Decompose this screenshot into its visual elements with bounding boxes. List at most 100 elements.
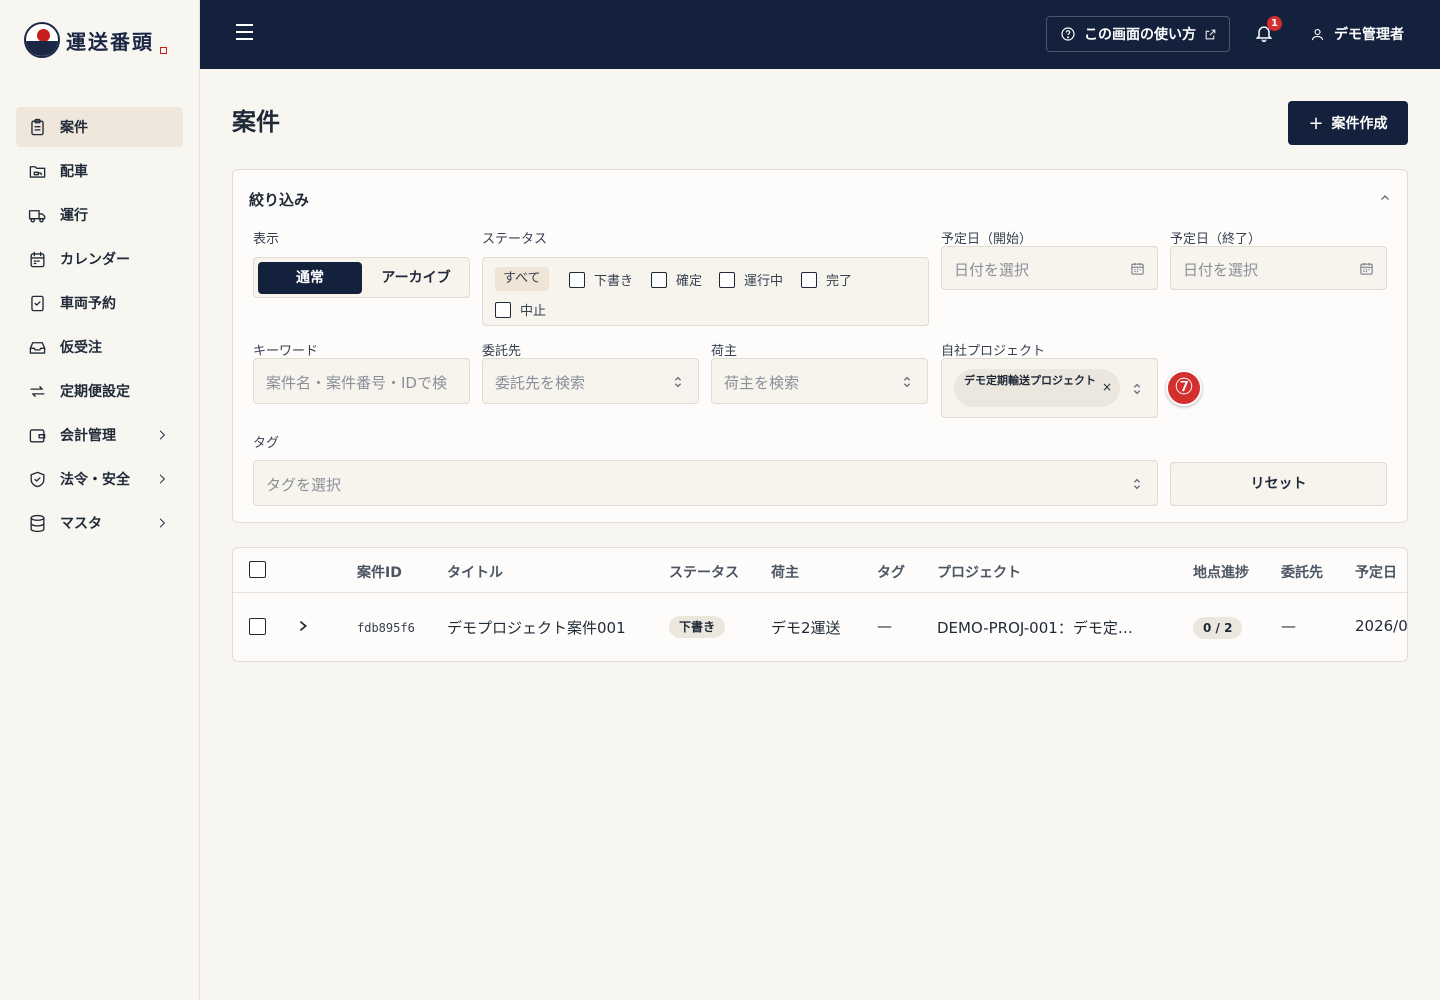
contractor-placeholder: 委託先を検索 — [495, 374, 586, 392]
column-header-status[interactable]: ステータス — [669, 562, 739, 582]
column-header-project[interactable]: プロジェクト — [937, 562, 1021, 582]
table-header: 案件ID タイトル ステータス 荷主 タグ プロジェクト 地点進捗 委託先 予定… — [233, 548, 1407, 593]
date-end-input[interactable]: 日付を選択 — [1170, 246, 1387, 290]
shield-icon — [30, 471, 45, 487]
column-header-id[interactable]: 案件ID — [357, 562, 402, 582]
display-option-archive[interactable]: アーカイブ — [366, 262, 466, 294]
page-title: 案件 — [232, 108, 280, 136]
contractor-select[interactable]: 委託先を検索 — [482, 358, 699, 404]
status-checkbox-draft[interactable]: 下書き — [569, 270, 633, 289]
sidebar-item-label: 車両予約 — [60, 296, 116, 312]
database-icon — [30, 514, 45, 532]
hamburger-menu-icon[interactable] — [236, 24, 256, 44]
sidebar-item-accounting[interactable]: 会計管理 — [16, 415, 183, 455]
sidebar: 運送番頭 案件 配車 運行 カレンダー 車両予約 仮受注 定期便設定 会計管理 … — [0, 0, 200, 1000]
reset-button[interactable]: リセット — [1170, 462, 1387, 506]
row-checkbox[interactable] — [249, 618, 266, 635]
cell-project: DEMO-PROJ-001：デモ定… — [937, 619, 1133, 637]
status-all-chip[interactable]: すべて — [495, 267, 549, 291]
clipboard-check-icon — [31, 295, 44, 311]
keyword-label: キーワード — [253, 344, 319, 359]
column-header-tag[interactable]: タグ — [877, 562, 905, 582]
chevron-up-down-icon — [1133, 478, 1141, 490]
help-button[interactable]: この画面の使い方 — [1046, 16, 1230, 52]
chevron-up-down-icon — [903, 376, 911, 388]
status-checkbox-in-operation[interactable]: 運行中 — [719, 270, 783, 289]
sidebar-item-label: マスタ — [60, 516, 102, 532]
top-header: この画面の使い方 1 デモ管理者 — [200, 0, 1440, 69]
logo-mark-icon — [24, 22, 60, 58]
external-link-icon — [1205, 29, 1216, 39]
notifications-button[interactable]: 1 — [1254, 16, 1282, 45]
chevron-right-icon[interactable] — [297, 619, 309, 633]
checkbox-icon — [569, 271, 585, 288]
wallet-icon — [29, 428, 46, 443]
chevron-right-icon — [159, 474, 165, 484]
sidebar-item-label: 会計管理 — [60, 428, 116, 444]
column-header-contractor[interactable]: 委託先 — [1281, 562, 1323, 582]
cell-date: 2026/0 — [1355, 617, 1408, 635]
notification-count-badge: 1 — [1267, 16, 1282, 31]
sidebar-item-vehicle-booking[interactable]: 車両予約 — [16, 283, 183, 323]
chevron-right-icon — [159, 518, 165, 528]
plus-icon: + — [1308, 112, 1324, 134]
date-start-label: 予定日（開始） — [941, 232, 1033, 247]
sidebar-item-label: 法令・安全 — [60, 472, 130, 488]
display-option-normal[interactable]: 通常 — [258, 262, 362, 294]
sidebar-item-cases[interactable]: 案件 — [16, 107, 183, 147]
status-badge: 下書き — [669, 616, 726, 638]
sidebar-item-operations[interactable]: 運行 — [16, 195, 183, 235]
chevron-up-icon[interactable] — [1379, 192, 1391, 204]
progress-badge: 0 / 2 — [1193, 617, 1243, 639]
status-checkbox-cancelled[interactable]: 中止 — [495, 300, 546, 319]
project-select[interactable]: デモ定期輸送プロジェクト × — [941, 358, 1158, 418]
create-case-label: 案件作成 — [1331, 116, 1388, 132]
sidebar-item-calendar[interactable]: カレンダー — [16, 239, 183, 279]
cell-contractor: — — [1281, 617, 1296, 635]
select-all-checkbox[interactable] — [249, 561, 266, 578]
calendar-icon — [1131, 262, 1144, 275]
shipper-select[interactable]: 荷主を検索 — [711, 358, 928, 404]
sidebar-item-label: カレンダー — [60, 252, 130, 268]
status-label: ステータス — [482, 232, 548, 247]
status-checkbox-confirmed[interactable]: 確定 — [651, 270, 702, 289]
shipper-label: 荷主 — [711, 344, 738, 359]
date-end-placeholder: 日付を選択 — [1183, 261, 1259, 279]
remove-chip-icon[interactable]: × — [1102, 380, 1112, 395]
create-case-button[interactable]: + 案件作成 — [1288, 101, 1408, 145]
calendar-icon — [1360, 262, 1373, 275]
checkbox-icon — [651, 271, 667, 288]
sidebar-item-label: 運行 — [60, 208, 88, 224]
sidebar-nav: 案件 配車 運行 カレンダー 車両予約 仮受注 定期便設定 会計管理 法令・安全… — [16, 107, 183, 547]
folder-truck-icon — [29, 165, 46, 178]
column-header-title[interactable]: タイトル — [447, 562, 503, 582]
chevron-up-down-icon — [674, 376, 682, 388]
display-toggle: 通常 アーカイブ — [253, 257, 470, 298]
checkbox-icon — [495, 301, 511, 318]
brand-logo[interactable]: 運送番頭 — [24, 22, 167, 58]
calendar-icon — [30, 251, 45, 267]
sidebar-item-dispatch[interactable]: 配車 — [16, 151, 183, 191]
sidebar-item-recurring-settings[interactable]: 定期便設定 — [16, 371, 183, 411]
column-header-shipper[interactable]: 荷主 — [771, 562, 799, 582]
sidebar-item-master[interactable]: マスタ — [16, 503, 183, 543]
date-start-placeholder: 日付を選択 — [954, 261, 1030, 279]
tag-select[interactable]: タグを選択 — [253, 460, 1158, 506]
sidebar-item-label: 案件 — [60, 120, 88, 136]
sidebar-item-provisional-order[interactable]: 仮受注 — [16, 327, 183, 367]
help-button-label: この画面の使い方 — [1084, 27, 1196, 43]
sidebar-item-compliance-safety[interactable]: 法令・安全 — [16, 459, 183, 499]
cell-id: fdb895f6 — [357, 621, 415, 635]
shipper-placeholder: 荷主を検索 — [724, 374, 800, 392]
project-label: 自社プロジェクト — [941, 344, 1046, 359]
project-chip-label: デモ定期輸送プロジェクト — [964, 374, 1096, 387]
date-start-input[interactable]: 日付を選択 — [941, 246, 1158, 290]
keyword-input[interactable]: 案件名・案件番号・IDで検 — [253, 358, 470, 404]
column-header-progress[interactable]: 地点進捗 — [1193, 562, 1249, 582]
user-menu[interactable]: デモ管理者 — [1310, 24, 1404, 44]
project-selected-chip: デモ定期輸送プロジェクト × — [954, 369, 1120, 407]
status-checkbox-completed[interactable]: 完了 — [801, 270, 852, 289]
cell-title[interactable]: デモプロジェクト案件001 — [447, 617, 626, 638]
column-header-date[interactable]: 予定日 — [1355, 562, 1397, 582]
filter-panel: 絞り込み 表示 通常 アーカイブ ステータス すべて 下書き 確定 運行中 完了… — [232, 169, 1408, 523]
